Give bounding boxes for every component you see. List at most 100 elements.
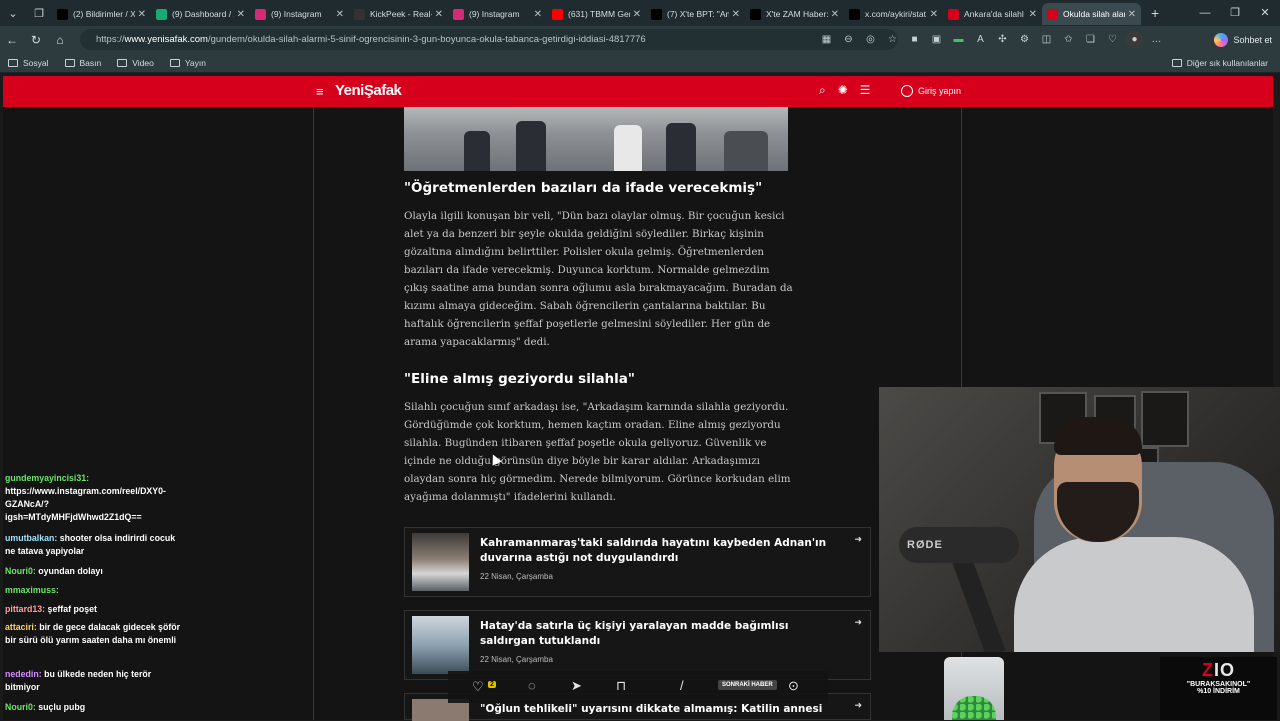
user-icon (901, 85, 913, 97)
other-bookmarks-label: Diğer sık kullanılanlar (1186, 58, 1268, 68)
close-tab-icon[interactable]: ✕ (336, 9, 344, 20)
close-window-icon[interactable]: ✕ (1250, 0, 1280, 26)
chat-message: umutbalkan: shooter olsa indirirdi cocuk… (5, 532, 185, 558)
app-available-icon[interactable]: ▦ (818, 31, 835, 48)
settings-sliders-icon[interactable]: ☰ (860, 83, 871, 98)
chat-message: Nouri0: suçlu pubg (5, 701, 185, 714)
chat-text: suçlu pubg (38, 702, 86, 712)
article-subheading-2: "Eline almış geziyordu silahla" (404, 371, 635, 387)
chat-message: mmaximuss: (5, 584, 185, 597)
related-news-thumbnail (412, 533, 469, 591)
login-button[interactable]: Giriş yapın (901, 85, 961, 97)
browser-tab[interactable]: (7) X'te BPT: "Ank ✕ (646, 3, 745, 25)
read-aloud-icon[interactable]: ◎ (862, 31, 879, 48)
tab-title: Okulda silah alar (1063, 9, 1125, 19)
zoom-icon[interactable]: ⊖ (840, 31, 857, 48)
article-action-bar: ♡ 2 ◌ ➤ ⊓ / SONRAKİ HABER ⊙ (448, 671, 828, 703)
search-icon[interactable]: ⌕ (819, 83, 826, 98)
browser-tab[interactable]: (2) Bildirimler / X ✕ (52, 3, 151, 25)
streamer-hair (1054, 417, 1142, 455)
photo-bin (724, 131, 768, 171)
translate-icon[interactable]: A (972, 31, 989, 48)
url-field[interactable]: https://www.yenisafak.com/gundem/okulda-… (80, 29, 898, 50)
close-tab-icon[interactable]: ✕ (534, 9, 542, 20)
folder-icon (117, 58, 128, 67)
comment-icon[interactable]: ◌ (528, 678, 536, 693)
url-prefix: https:// (96, 34, 125, 45)
sponsor-discount: %10 İNDİRİM (1197, 688, 1240, 695)
bookmark-folder[interactable]: Video (117, 58, 154, 68)
x-icon (750, 8, 761, 20)
minimize-icon[interactable]: — (1190, 0, 1220, 26)
close-tab-icon[interactable]: ✕ (831, 9, 839, 20)
related-news-thumbnail (412, 616, 469, 674)
related-news-date: 22 Nisan, Çarşamba (480, 655, 553, 664)
site-header-icons: ⌕ ✺ ☰ (819, 83, 871, 98)
related-news-card[interactable]: Hatay'da satırla üç kişiyi yaralayan mad… (404, 610, 871, 680)
bookmark-icon[interactable]: ⊓ (616, 678, 626, 694)
new-tab-button[interactable]: + (1151, 5, 1159, 21)
extensions-icon[interactable]: ⚙ (1016, 31, 1033, 48)
close-tab-icon[interactable]: ✕ (633, 9, 641, 20)
bookmark-label: Video (132, 57, 154, 68)
favorite-star-icon[interactable]: ☆ (884, 31, 901, 48)
related-news-card[interactable]: Kahramanmaraş'taki saldırıda hayatını ka… (404, 527, 871, 597)
bookmark-folder[interactable]: Sosyal (8, 58, 49, 68)
workspaces-icon[interactable]: ❐ (26, 0, 52, 26)
photo-figure (516, 121, 546, 171)
close-tab-icon[interactable]: ✕ (1029, 9, 1037, 20)
browser-tab[interactable]: X'te ZAM Haber: ✕ (745, 3, 844, 25)
extension-1-icon[interactable]: ■ (906, 31, 923, 48)
close-tab-icon[interactable]: ✕ (138, 9, 146, 20)
chat-username: nededin: (5, 669, 42, 679)
tab-title: (9) Instagram (271, 9, 322, 19)
next-news-icon[interactable]: ⊙ (788, 678, 799, 694)
instagram-icon (453, 8, 464, 20)
restore-icon[interactable]: ❐ (1220, 0, 1250, 26)
back-icon[interactable]: ← (0, 33, 24, 47)
close-tab-icon[interactable]: ✕ (237, 9, 245, 20)
browser-tab[interactable]: (631) TBMM Gen ✕ (547, 3, 646, 25)
close-tab-icon[interactable]: ✕ (1128, 9, 1136, 20)
refresh-icon[interactable]: ↻ (24, 33, 48, 47)
alarm-icon[interactable]: ✺ (838, 83, 848, 98)
other-bookmarks[interactable]: Diğer sık kullanılanlar (1171, 58, 1268, 68)
browser-tab[interactable]: x.com/aykiri/stat ✕ (844, 3, 943, 25)
photo-figure (464, 131, 490, 171)
favorites-icon[interactable]: ✩ (1060, 31, 1077, 48)
extension-2-icon[interactable]: ▣ (928, 31, 945, 48)
sponsor-promo: ZIO "BURAKSAKINOL" %10 İNDİRİM (1160, 657, 1277, 720)
webcam-overlay: RØDE (879, 387, 1280, 652)
bookmark-folder[interactable]: Basın (64, 58, 101, 68)
window-controls: — ❐ ✕ (1190, 0, 1280, 26)
collections-icon[interactable]: ❏ (1082, 31, 1099, 48)
more-options-icon[interactable]: … (1148, 31, 1165, 48)
profile-avatar[interactable]: ● (1126, 31, 1143, 48)
copilot-chat-button[interactable]: Sohbet et (1214, 31, 1272, 48)
related-news-title: "Oğlun tehlikeli" uyarısını dikkate alma… (480, 703, 823, 715)
browser-tab[interactable]: (9) Instagram ✕ (250, 3, 349, 25)
menu-icon[interactable]: ≡ (316, 84, 324, 99)
bookmark-folder[interactable]: Yayın (169, 58, 206, 68)
browser-tab[interactable]: KickPeek - Real-ti ✕ (349, 3, 448, 25)
mic-brand: RØDE (907, 539, 943, 551)
browser-tab[interactable]: (9) Instagram ✕ (448, 3, 547, 25)
browser-tab[interactable]: Ankara'da silahl ✕ (943, 3, 1042, 25)
extension-3-icon[interactable]: ▬ (950, 31, 967, 48)
site-logo[interactable]: YeniŞafak (335, 82, 402, 99)
home-icon[interactable]: ⌂ (48, 33, 72, 47)
share-icon[interactable]: ➤ (571, 678, 582, 694)
like-icon[interactable]: ♡ (472, 679, 484, 695)
browser-essentials-icon[interactable]: ♡ (1104, 31, 1121, 48)
split-screen-icon[interactable]: ◫ (1038, 31, 1055, 48)
tab-actions-menu-icon[interactable]: ⌄ (0, 0, 26, 26)
close-tab-icon[interactable]: ✕ (732, 9, 740, 20)
next-news-label[interactable]: SONRAKİ HABER (718, 680, 777, 690)
close-tab-icon[interactable]: ✕ (435, 9, 443, 20)
close-tab-icon[interactable]: ✕ (930, 9, 938, 20)
browser-tab[interactable]: Okulda silah alar ✕ (1042, 3, 1141, 25)
chat-message: pittard13: şeffaf poşet (5, 603, 185, 616)
browser-tab[interactable]: (9) Dashboard / X ✕ (151, 3, 250, 25)
extension-4-icon[interactable]: ✣ (994, 31, 1011, 48)
tab-title: Ankara'da silahl (964, 9, 1024, 19)
